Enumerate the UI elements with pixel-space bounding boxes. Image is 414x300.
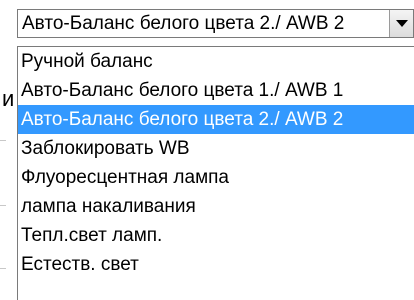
background-divider bbox=[0, 268, 6, 269]
dropdown-toggle-button[interactable] bbox=[389, 10, 413, 37]
select-option-awb-2[interactable]: Авто-Баланс белого цвета 2./ AWB 2 bbox=[18, 105, 414, 134]
select-option-awb-1[interactable]: Авто-Баланс белого цвета 1./ AWB 1 bbox=[18, 76, 414, 105]
chevron-down-icon bbox=[396, 20, 408, 27]
background-text-fragment: и bbox=[2, 86, 15, 111]
select-dropdown-list: Ручной баланс Авто-Баланс белого цвета 1… bbox=[17, 46, 414, 300]
select-current-value: Авто-Баланс белого цвета 2./ AWB 2 bbox=[22, 13, 345, 34]
select-option-warm-lamp[interactable]: Тепл.свет ламп. bbox=[18, 221, 414, 250]
white-balance-select[interactable]: Авто-Баланс белого цвета 2./ AWB 2 bbox=[17, 9, 414, 38]
select-option-natural-light[interactable]: Естеств. свет bbox=[18, 250, 414, 279]
select-option-incandescent[interactable]: лампа накаливания bbox=[18, 192, 414, 221]
select-option-fluorescent[interactable]: Флуоресцентная лампа bbox=[18, 163, 414, 192]
background-divider bbox=[0, 140, 6, 141]
select-option-manual-balance[interactable]: Ручной баланс bbox=[18, 47, 414, 76]
select-option-lock-wb[interactable]: Заблокировать WB bbox=[18, 134, 414, 163]
background-divider bbox=[0, 205, 6, 206]
